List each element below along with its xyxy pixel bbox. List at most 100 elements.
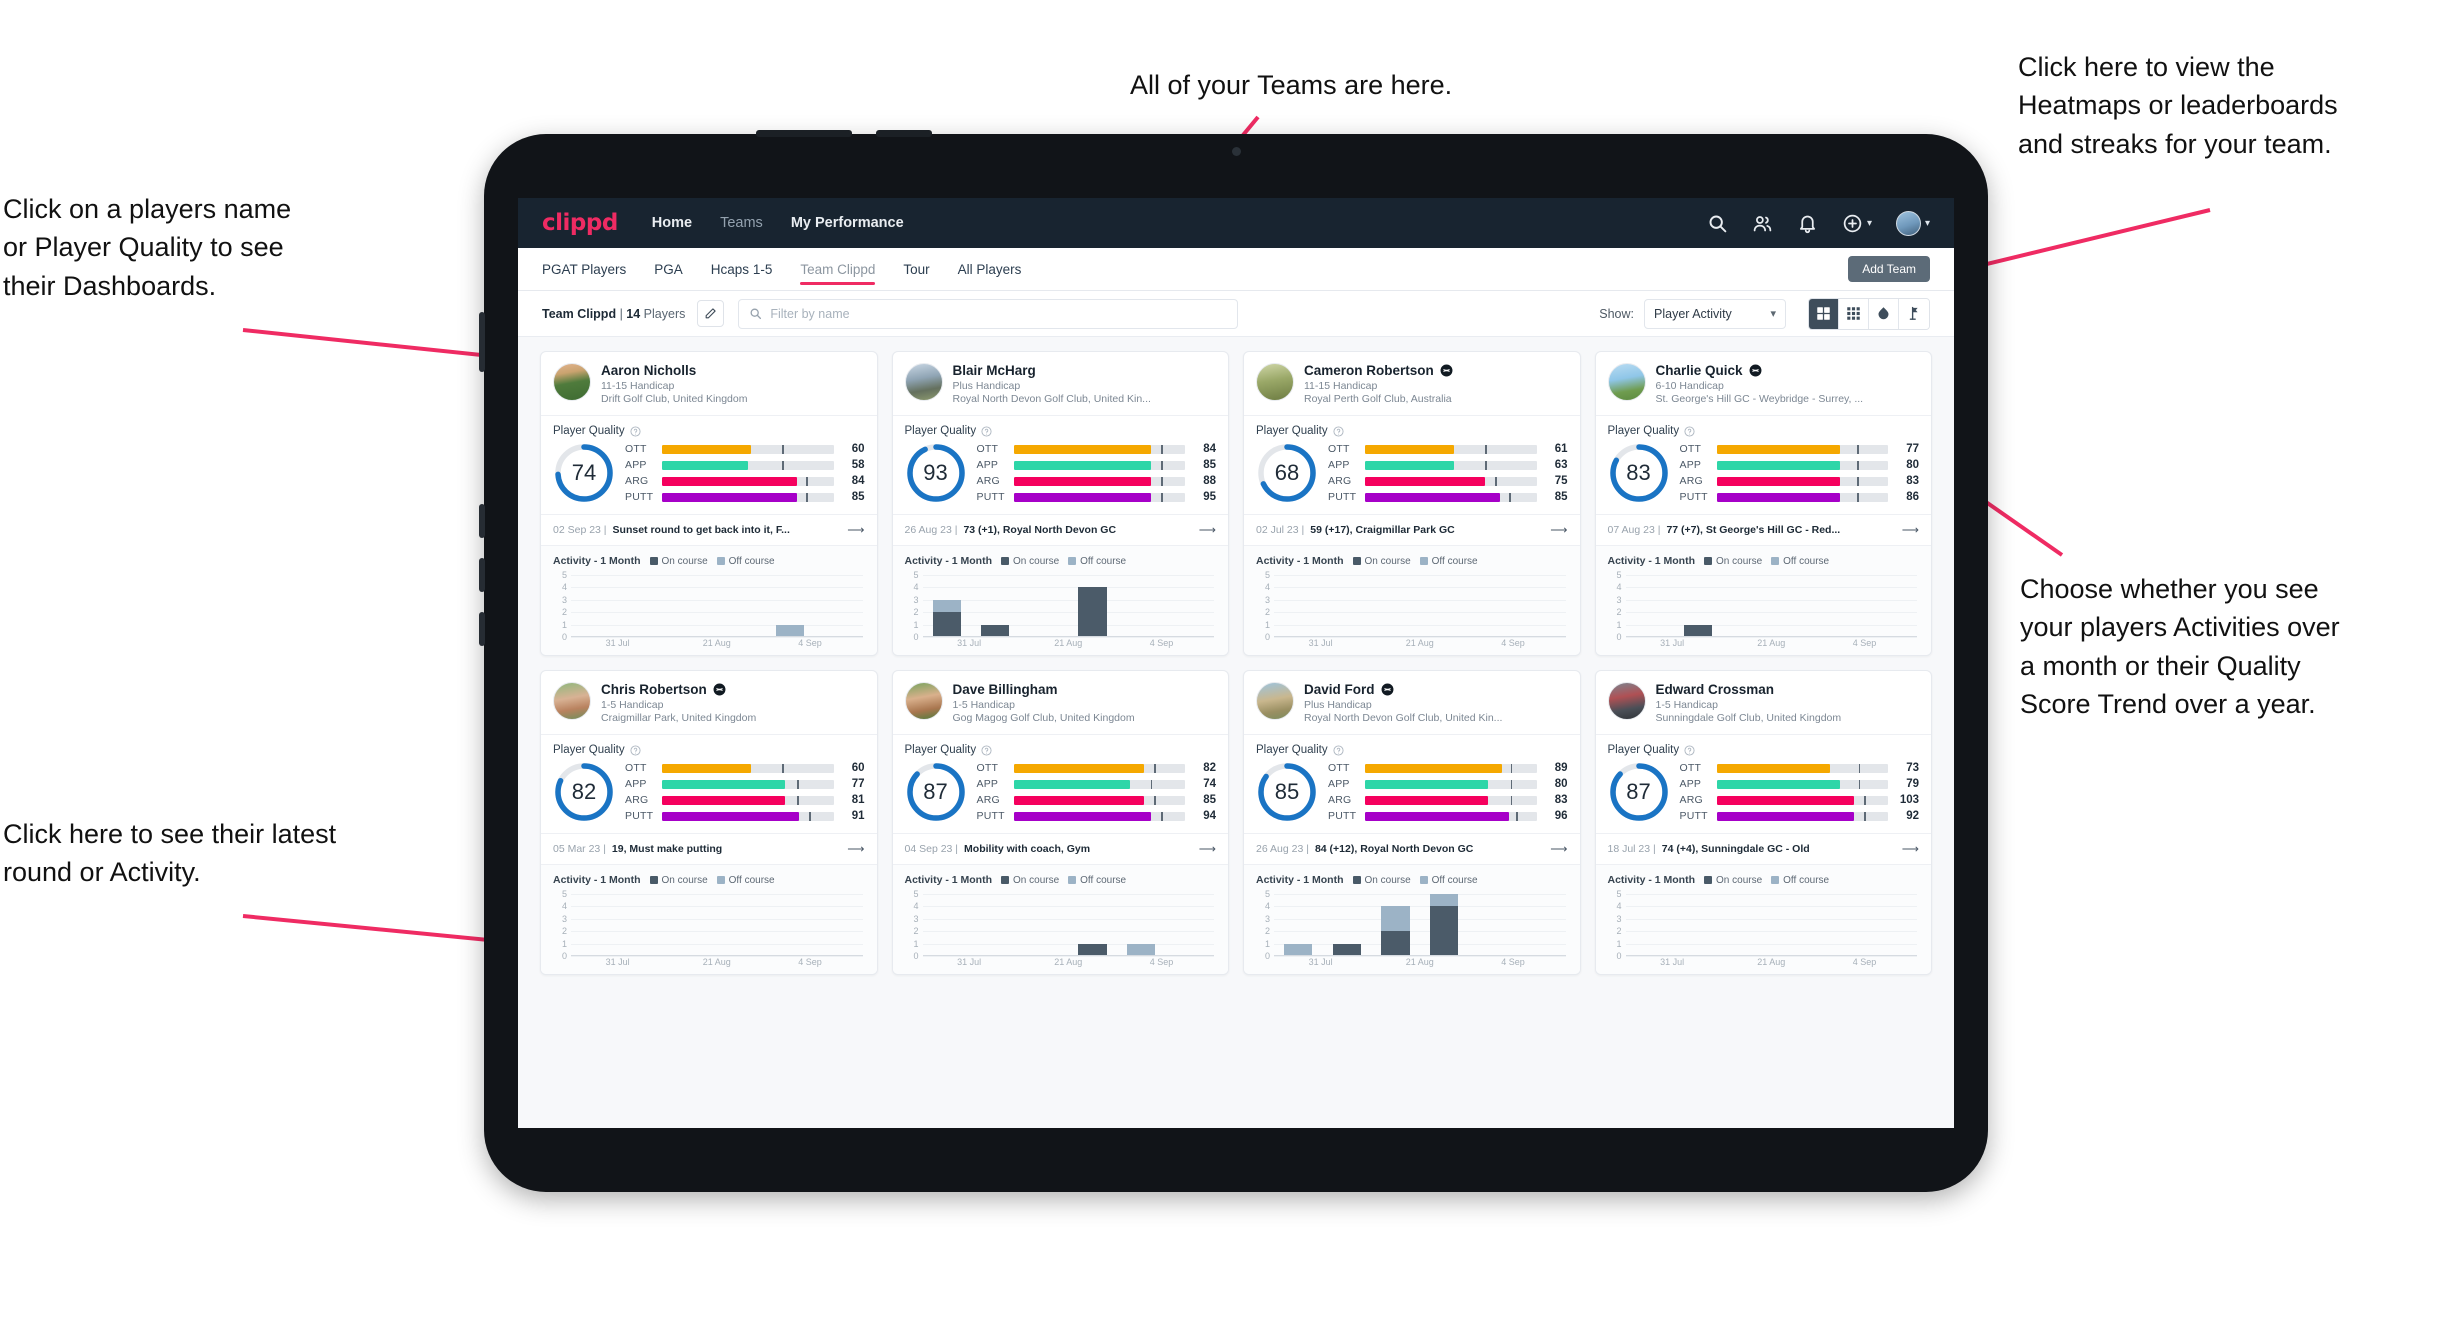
player-avatar[interactable] <box>1256 363 1294 401</box>
player-avatar[interactable] <box>904 363 943 401</box>
player-avatar[interactable] <box>904 682 943 720</box>
latest-round-row[interactable]: 18 Jul 23 | 74 (+4), Sunningdale GC - Ol… <box>1595 833 1931 864</box>
tab-pgat-players[interactable]: PGAT Players <box>542 248 626 291</box>
add-team-button[interactable]: Add Team <box>1848 256 1930 282</box>
add-menu[interactable]: ▾ <box>1842 213 1872 234</box>
arrow-right-icon[interactable]: ⟶ <box>1902 523 1919 537</box>
device-side-button-2 <box>479 558 485 592</box>
user-menu[interactable]: ▾ <box>1895 210 1930 236</box>
tab-tour[interactable]: Tour <box>903 248 929 291</box>
player-name[interactable]: Chris Robertson <box>601 682 707 697</box>
tab-team-clippd[interactable]: Team Clippd <box>800 248 876 291</box>
player-card[interactable]: Dave Billingham 1-5 Handicap Gog Magog G… <box>891 670 1229 975</box>
nav-link-teams[interactable]: Teams <box>720 215 763 231</box>
player-card-header[interactable]: Blair McHarg Plus Handicap Royal North D… <box>893 352 1229 415</box>
arrow-right-icon[interactable]: ⟶ <box>1199 523 1216 537</box>
view-leaderboard-button[interactable] <box>1899 298 1929 329</box>
arrow-right-icon[interactable]: ⟶ <box>1902 842 1919 856</box>
player-card[interactable]: Charlie Quick 6-10 Handicap St. George's… <box>1594 351 1932 656</box>
player-card[interactable]: Aaron Nicholls 11-15 Handicap Drift Golf… <box>540 351 878 656</box>
player-avatar[interactable] <box>1607 363 1646 401</box>
clippd-logo[interactable]: clippd <box>542 210 618 236</box>
arrow-right-icon[interactable]: ⟶ <box>1550 842 1567 856</box>
player-quality-ring[interactable]: 83 <box>1608 442 1670 504</box>
view-heatmap-button[interactable] <box>1869 298 1899 329</box>
view-grid-small-button[interactable] <box>1839 298 1869 329</box>
player-quality-ring[interactable]: 82 <box>553 761 615 823</box>
player-card-header[interactable]: Chris Robertson 1-5 Handicap Craigmillar… <box>541 671 877 734</box>
player-quality-ring[interactable]: 85 <box>1256 761 1318 823</box>
arrow-right-icon[interactable]: ⟶ <box>1550 523 1567 537</box>
annotation-heatmaps: Click here to view the Heatmaps or leade… <box>2018 52 2338 159</box>
bell-icon[interactable] <box>1797 213 1818 234</box>
player-card-header[interactable]: David Ford Plus Handicap Royal North Dev… <box>1244 671 1580 734</box>
player-avatar[interactable] <box>553 682 591 720</box>
help-circle-icon[interactable] <box>630 425 641 437</box>
player-card-header[interactable]: Dave Billingham 1-5 Handicap Gog Magog G… <box>893 671 1229 734</box>
arrow-right-icon[interactable]: ⟶ <box>847 842 864 856</box>
player-name[interactable]: Cameron Robertson <box>1304 363 1434 378</box>
latest-round-row[interactable]: 02 Jul 23 | 59 (+17), Craigmillar Park G… <box>1244 514 1580 545</box>
avatar[interactable] <box>1895 210 1921 236</box>
metric-value: 85 <box>1203 459 1216 471</box>
latest-round-row[interactable]: 07 Aug 23 | 77 (+7), St George's Hill GC… <box>1595 514 1931 545</box>
latest-round-row[interactable]: 02 Sep 23 | Sunset round to get back int… <box>541 514 877 545</box>
help-circle-icon[interactable] <box>1333 744 1344 756</box>
player-card[interactable]: Cameron Robertson 11-15 Handicap Royal P… <box>1243 351 1581 656</box>
plus-circle-icon[interactable] <box>1842 213 1863 234</box>
player-quality-ring[interactable]: 93 <box>905 442 967 504</box>
chart-bar-slot <box>1771 575 1820 637</box>
player-card[interactable]: Edward Crossman 1-5 Handicap Sunningdale… <box>1594 670 1932 975</box>
metric-label: ARG <box>1328 794 1352 806</box>
tab-all-players[interactable]: All Players <box>958 248 1022 291</box>
tab-hcaps-1-5[interactable]: Hcaps 1-5 <box>711 248 773 291</box>
latest-round-row[interactable]: 05 Mar 23 | 19, Must make putting ⟶ <box>541 833 877 864</box>
player-name[interactable]: Dave Billingham <box>953 682 1058 697</box>
player-card-header[interactable]: Edward Crossman 1-5 Handicap Sunningdale… <box>1596 671 1932 734</box>
chart-y-tick: 4 <box>1616 901 1622 912</box>
edit-team-button[interactable] <box>697 300 725 327</box>
help-circle-icon[interactable] <box>981 425 992 437</box>
player-card[interactable]: David Ford Plus Handicap Royal North Dev… <box>1243 670 1581 975</box>
help-circle-icon[interactable] <box>630 744 641 756</box>
help-circle-icon[interactable] <box>1684 425 1695 437</box>
chart-x-tick: 4 Sep <box>1852 957 1877 967</box>
player-avatar[interactable] <box>1256 682 1294 720</box>
player-quality-ring[interactable]: 74 <box>553 442 615 504</box>
player-avatar[interactable] <box>1607 682 1646 720</box>
chart-y-tick: 3 <box>1616 913 1622 924</box>
help-circle-icon[interactable] <box>1684 744 1695 756</box>
player-avatar[interactable] <box>553 363 591 401</box>
latest-round-row[interactable]: 26 Aug 23 | 73 (+1), Royal North Devon G… <box>892 514 1228 545</box>
player-quality-ring[interactable]: 68 <box>1256 442 1318 504</box>
search-icon[interactable] <box>1707 213 1728 234</box>
help-circle-icon[interactable] <box>981 744 992 756</box>
people-icon[interactable] <box>1752 213 1773 234</box>
player-name[interactable]: David Ford <box>1304 682 1375 697</box>
player-card-header[interactable]: Aaron Nicholls 11-15 Handicap Drift Golf… <box>541 352 877 415</box>
latest-round-row[interactable]: 04 Sep 23 | Mobility with coach, Gym ⟶ <box>892 833 1228 864</box>
activity-chart: 5 43 21 0 31 Jul 21 Aug 4 Sep <box>1608 889 1920 970</box>
player-card[interactable]: Blair McHarg Plus Handicap Royal North D… <box>891 351 1229 656</box>
player-quality-ring[interactable]: 87 <box>905 761 967 823</box>
arrow-right-icon[interactable]: ⟶ <box>1199 842 1216 856</box>
player-card[interactable]: Chris Robertson 1-5 Handicap Craigmillar… <box>540 670 878 975</box>
search-input[interactable] <box>770 306 1228 321</box>
view-grid-large-button[interactable] <box>1809 298 1839 329</box>
player-quality-ring[interactable]: 87 <box>1608 761 1670 823</box>
player-card-header[interactable]: Charlie Quick 6-10 Handicap St. George's… <box>1596 352 1932 415</box>
latest-round-row[interactable]: 26 Aug 23 | 84 (+12), Royal North Devon … <box>1244 833 1580 864</box>
player-card-header[interactable]: Cameron Robertson 11-15 Handicap Royal P… <box>1244 352 1580 415</box>
player-name[interactable]: Edward Crossman <box>1656 682 1775 697</box>
nav-link-home[interactable]: Home <box>652 215 692 231</box>
metric-row: PUTT 92 <box>1680 810 1920 822</box>
player-name[interactable]: Charlie Quick <box>1656 363 1743 378</box>
help-circle-icon[interactable] <box>1333 425 1344 437</box>
player-name[interactable]: Blair McHarg <box>953 363 1036 378</box>
player-name[interactable]: Aaron Nicholls <box>601 363 696 378</box>
search-field-wrapper[interactable] <box>738 298 1239 329</box>
arrow-right-icon[interactable]: ⟶ <box>847 523 864 537</box>
show-select[interactable]: Player Activity ▾ <box>1644 298 1786 329</box>
nav-link-my-performance[interactable]: My Performance <box>791 215 904 231</box>
tab-pga[interactable]: PGA <box>654 248 683 291</box>
